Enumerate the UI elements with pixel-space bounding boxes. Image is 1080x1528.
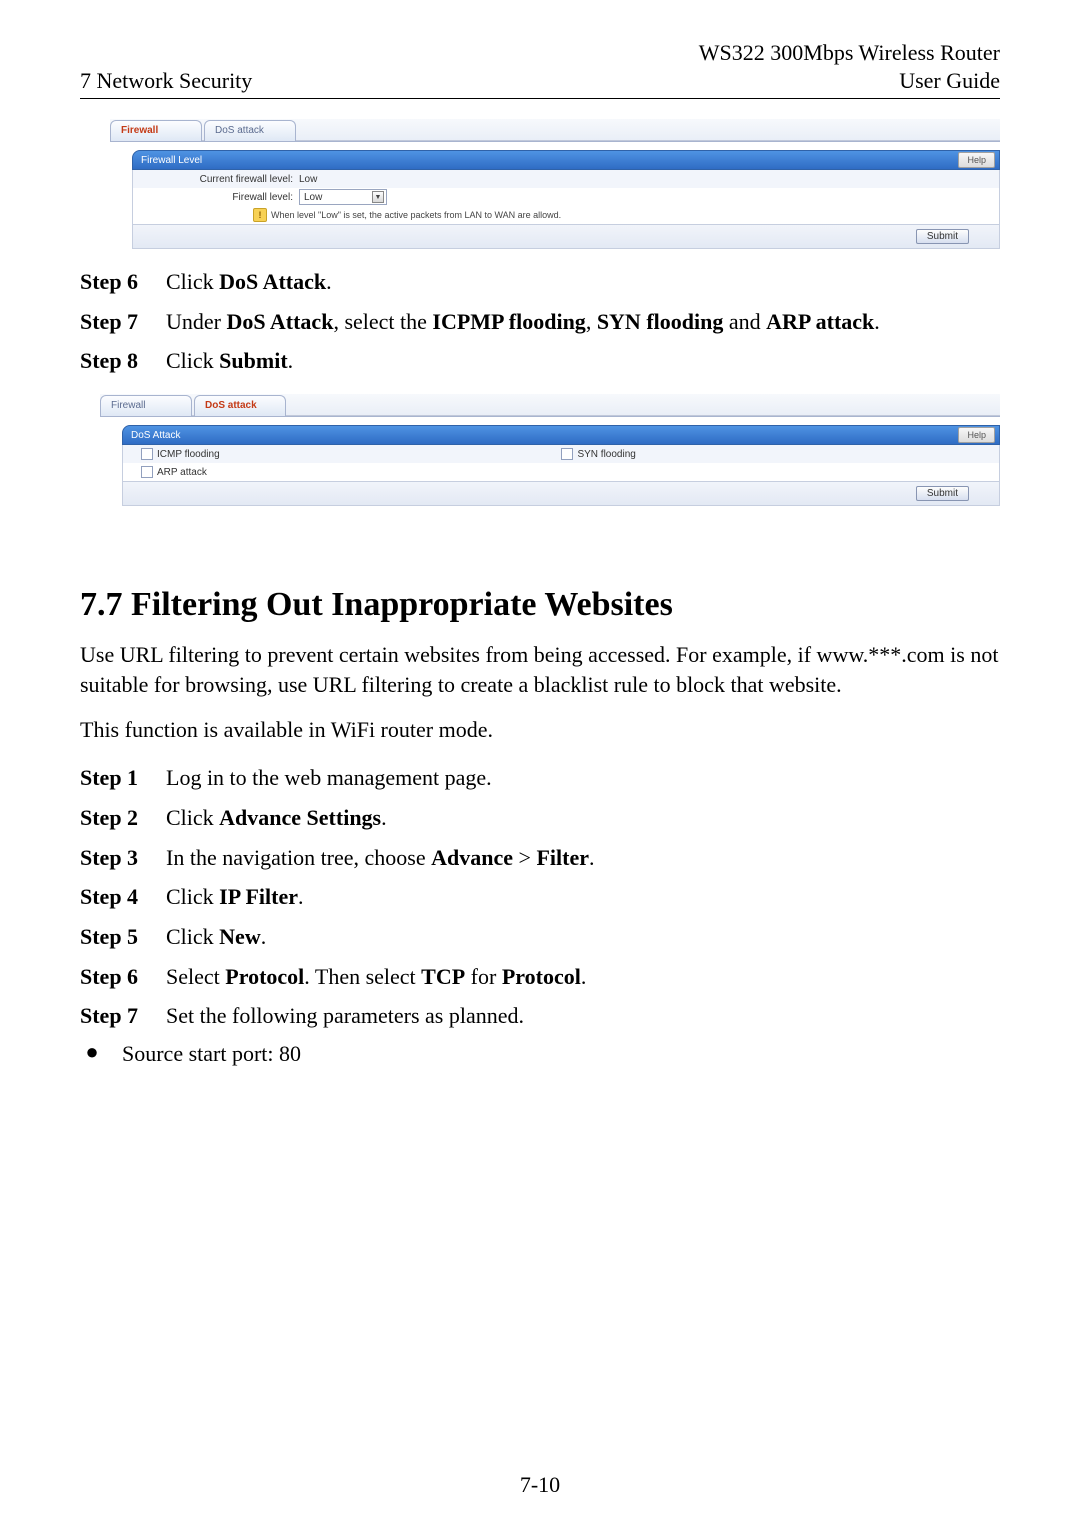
b-step5-label: Step 5 [80,922,166,952]
step6-label: Step 6 [80,267,166,297]
firewall-level-label: Firewall level: [133,192,299,203]
b-step2-label: Step 2 [80,803,166,833]
firewall-panel: Firewall DoS attack Firewall Level Help … [110,119,1000,249]
icmp-flooding-label: ICMP flooding [157,449,220,460]
help-button[interactable]: Help [958,152,995,168]
current-level-value: Low [299,174,317,185]
b-step7-text: Set the following parameters as planned. [166,1001,1000,1031]
b-step1-text: Log in to the web management page. [166,763,1000,793]
syn-flooding-checkbox[interactable] [561,448,573,460]
b-step4-text: Click IP Filter. [166,882,1000,912]
section-77-title: 7.7 Filtering Out Inappropriate Websites [80,586,1000,624]
tab-firewall[interactable]: Firewall [110,120,202,141]
arp-attack-label: ARP attack [157,467,207,478]
tab2-dos-attack[interactable]: DoS attack [194,395,286,416]
help-button-2[interactable]: Help [958,427,995,443]
doc-section-left: 7 Network Security [80,68,252,94]
b-step6-text: Select Protocol. Then select TCP for Pro… [166,962,1000,992]
b-step3-label: Step 3 [80,843,166,873]
b-step2-text: Click Advance Settings. [166,803,1000,833]
submit-button[interactable]: Submit [916,229,969,244]
tab-dos-attack[interactable]: DoS attack [204,120,296,141]
tab2-firewall[interactable]: Firewall [100,395,192,416]
b-step4-label: Step 4 [80,882,166,912]
bullet-1: Source start port: 80 [104,1041,301,1067]
b-step6-label: Step 6 [80,962,166,992]
step7-label: Step 7 [80,307,166,337]
step8-label: Step 8 [80,346,166,376]
b-step3-text: In the navigation tree, choose Advance >… [166,843,1000,873]
section-77-p1: Use URL filtering to prevent certain web… [80,640,1000,699]
submit-button-2[interactable]: Submit [916,486,969,501]
doc-product: WS322 300Mbps Wireless Router [80,40,1000,66]
dos-panel: Firewall DoS attack DoS Attack Help ICMP… [100,394,1000,506]
warning-icon: ! [253,208,267,222]
dos-bar-title: DoS Attack [131,430,180,441]
b-step7-label: Step 7 [80,1001,166,1031]
page-number: 7-10 [0,1472,1080,1498]
doc-section-right: User Guide [899,68,1000,94]
section-77-p2: This function is available in WiFi route… [80,715,1000,745]
step6-text: Click DoS Attack. [166,267,1000,297]
b-step5-text: Click New. [166,922,1000,952]
bullet-icon: ● [80,1041,104,1063]
firewall-level-select[interactable]: Low ▼ [299,189,387,205]
step8-text: Click Submit. [166,346,1000,376]
current-level-label: Current firewall level: [133,174,299,185]
syn-flooding-label: SYN flooding [577,449,635,460]
step7-text: Under DoS Attack, select the ICPMP flood… [166,307,1000,337]
firewall-level-select-value: Low [304,192,322,203]
icmp-flooding-checkbox[interactable] [141,448,153,460]
firewall-bar-title: Firewall Level [141,155,202,166]
chevron-down-icon: ▼ [372,191,384,203]
b-step1-label: Step 1 [80,763,166,793]
arp-attack-checkbox[interactable] [141,466,153,478]
firewall-note: When level "Low" is set, the active pack… [271,210,561,220]
